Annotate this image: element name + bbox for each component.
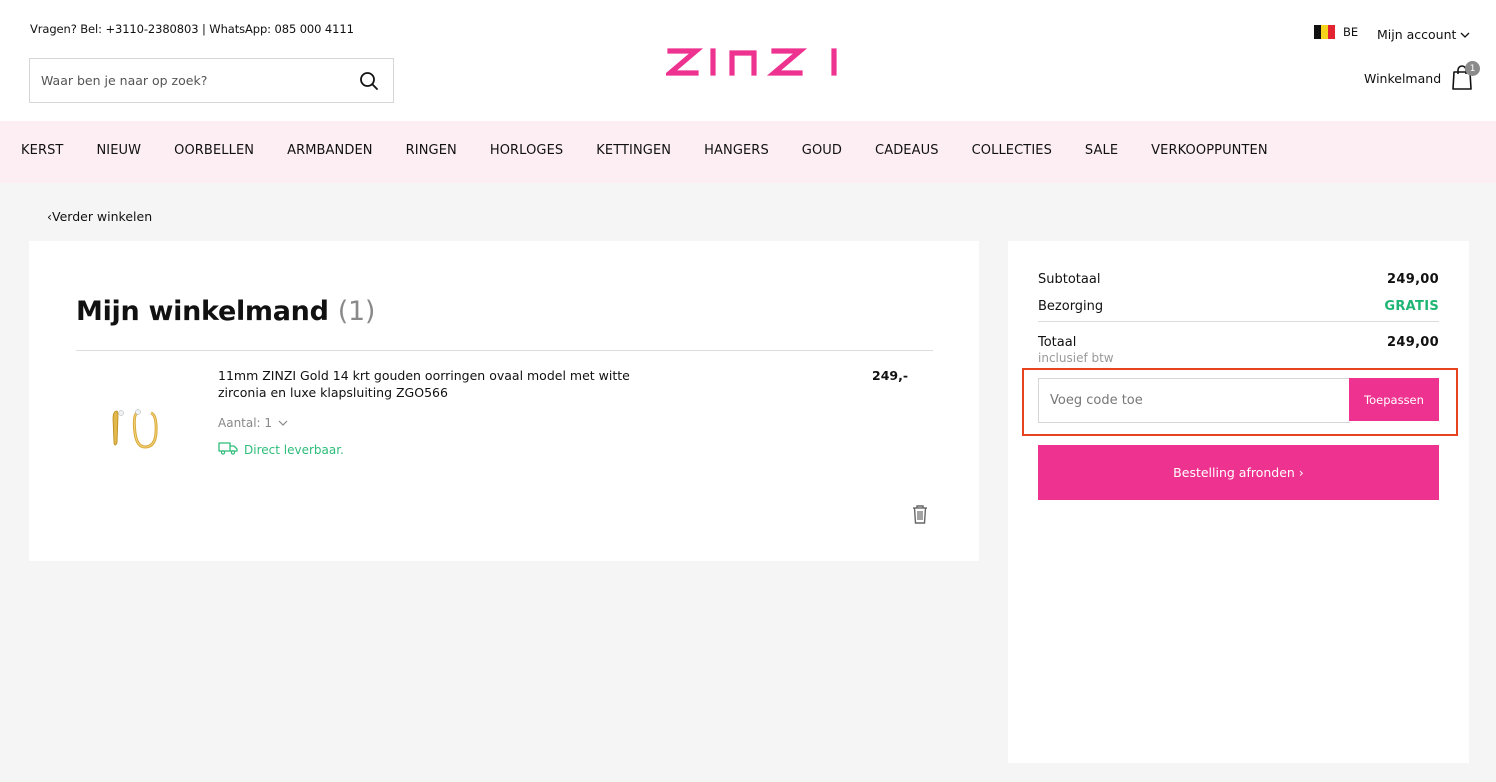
coupon-code-input[interactable] (1038, 378, 1350, 423)
search-icon[interactable] (359, 71, 379, 91)
account-label: Mijn account (1377, 27, 1457, 42)
continue-shopping-link[interactable]: ‹Verder winkelen (47, 209, 152, 224)
product-name-link[interactable]: 11mm ZINZI Gold 14 krt gouden oorringen … (218, 367, 648, 401)
nav-item-cadeaus[interactable]: CADEAUS (875, 143, 939, 158)
delivery-value: GRATIS (1384, 299, 1439, 314)
shopping-bag-icon: 1 (1449, 61, 1481, 92)
continue-shopping-label: Verder winkelen (52, 209, 153, 224)
apply-coupon-button[interactable]: Toepassen (1349, 378, 1439, 421)
search-input[interactable] (30, 59, 350, 101)
divider (76, 350, 933, 351)
stock-status-text: Direct leverbaar. (244, 442, 344, 457)
nav-item-goud[interactable]: GOUD (802, 143, 842, 158)
nav-item-kerst[interactable]: KERST (21, 143, 63, 158)
nav-item-hangers[interactable]: HANGERS (704, 143, 769, 158)
order-summary-panel: Subtotaal 249,00 Bezorging GRATIS Totaal… (1008, 241, 1469, 763)
search-box (29, 58, 394, 103)
product-price: 249,- (872, 368, 909, 383)
total-row: Totaal 249,00 (1038, 335, 1439, 350)
belgium-flag-icon (1314, 25, 1335, 39)
cart-link[interactable]: Winkelmand 1 (1364, 61, 1481, 92)
delivery-truck-icon (218, 441, 238, 458)
trash-icon[interactable] (910, 503, 930, 525)
subtotal-label: Subtotaal (1038, 272, 1101, 287)
cart-panel: Mijn winkelmand (1) 11mm ZINZI Gold 14 k… (29, 241, 979, 561)
product-image[interactable] (107, 403, 167, 455)
divider (1038, 321, 1439, 322)
nav-item-ringen[interactable]: RINGEN (406, 143, 457, 158)
site-header: Vragen? Bel: +3110-2380803 | WhatsApp: 0… (0, 0, 1496, 121)
contact-info: Vragen? Bel: +3110-2380803 | WhatsApp: 0… (30, 22, 354, 36)
total-value: 249,00 (1387, 335, 1439, 350)
main-navigation: KERST NIEUW OORBELLEN ARMBANDEN RINGEN H… (0, 121, 1496, 183)
account-menu[interactable]: Mijn account (1377, 27, 1470, 42)
total-label: Totaal (1038, 335, 1077, 350)
cart-count-badge: 1 (1465, 61, 1481, 76)
checkout-button[interactable]: Bestelling afronden › (1038, 445, 1439, 500)
quantity-label: Aantal: 1 (218, 416, 273, 430)
chevron-down-icon (278, 416, 288, 430)
delivery-label: Bezorging (1038, 299, 1104, 314)
cart-label: Winkelmand (1364, 70, 1442, 86)
subtotal-row: Subtotaal 249,00 (1038, 272, 1439, 287)
nav-item-armbanden[interactable]: ARMBANDEN (287, 143, 373, 158)
country-code: BE (1343, 25, 1359, 39)
nav-item-kettingen[interactable]: KETTINGEN (596, 143, 671, 158)
nav-item-sale[interactable]: SALE (1085, 143, 1118, 158)
nav-item-oorbellen[interactable]: OORBELLEN (174, 143, 254, 158)
country-selector[interactable]: BE (1314, 25, 1358, 39)
nav-item-horloges[interactable]: HORLOGES (490, 143, 563, 158)
chevron-down-icon (1460, 27, 1470, 42)
zinzi-logo[interactable] (662, 40, 840, 80)
nav-item-verkooppunten[interactable]: VERKOOPPUNTEN (1151, 143, 1268, 158)
cart-title-text: Mijn winkelmand (76, 296, 329, 327)
cart-item-count: (1) (337, 296, 376, 327)
page-title: Mijn winkelmand (1) (76, 296, 375, 327)
subtotal-value: 249,00 (1387, 272, 1439, 287)
nav-item-nieuw[interactable]: NIEUW (96, 143, 141, 158)
total-vat-note: inclusief btw (1038, 351, 1114, 365)
stock-status: Direct leverbaar. (218, 441, 344, 458)
delivery-row: Bezorging GRATIS (1038, 299, 1439, 314)
quantity-selector[interactable]: Aantal: 1 (218, 416, 288, 430)
nav-item-collecties[interactable]: COLLECTIES (972, 143, 1052, 158)
